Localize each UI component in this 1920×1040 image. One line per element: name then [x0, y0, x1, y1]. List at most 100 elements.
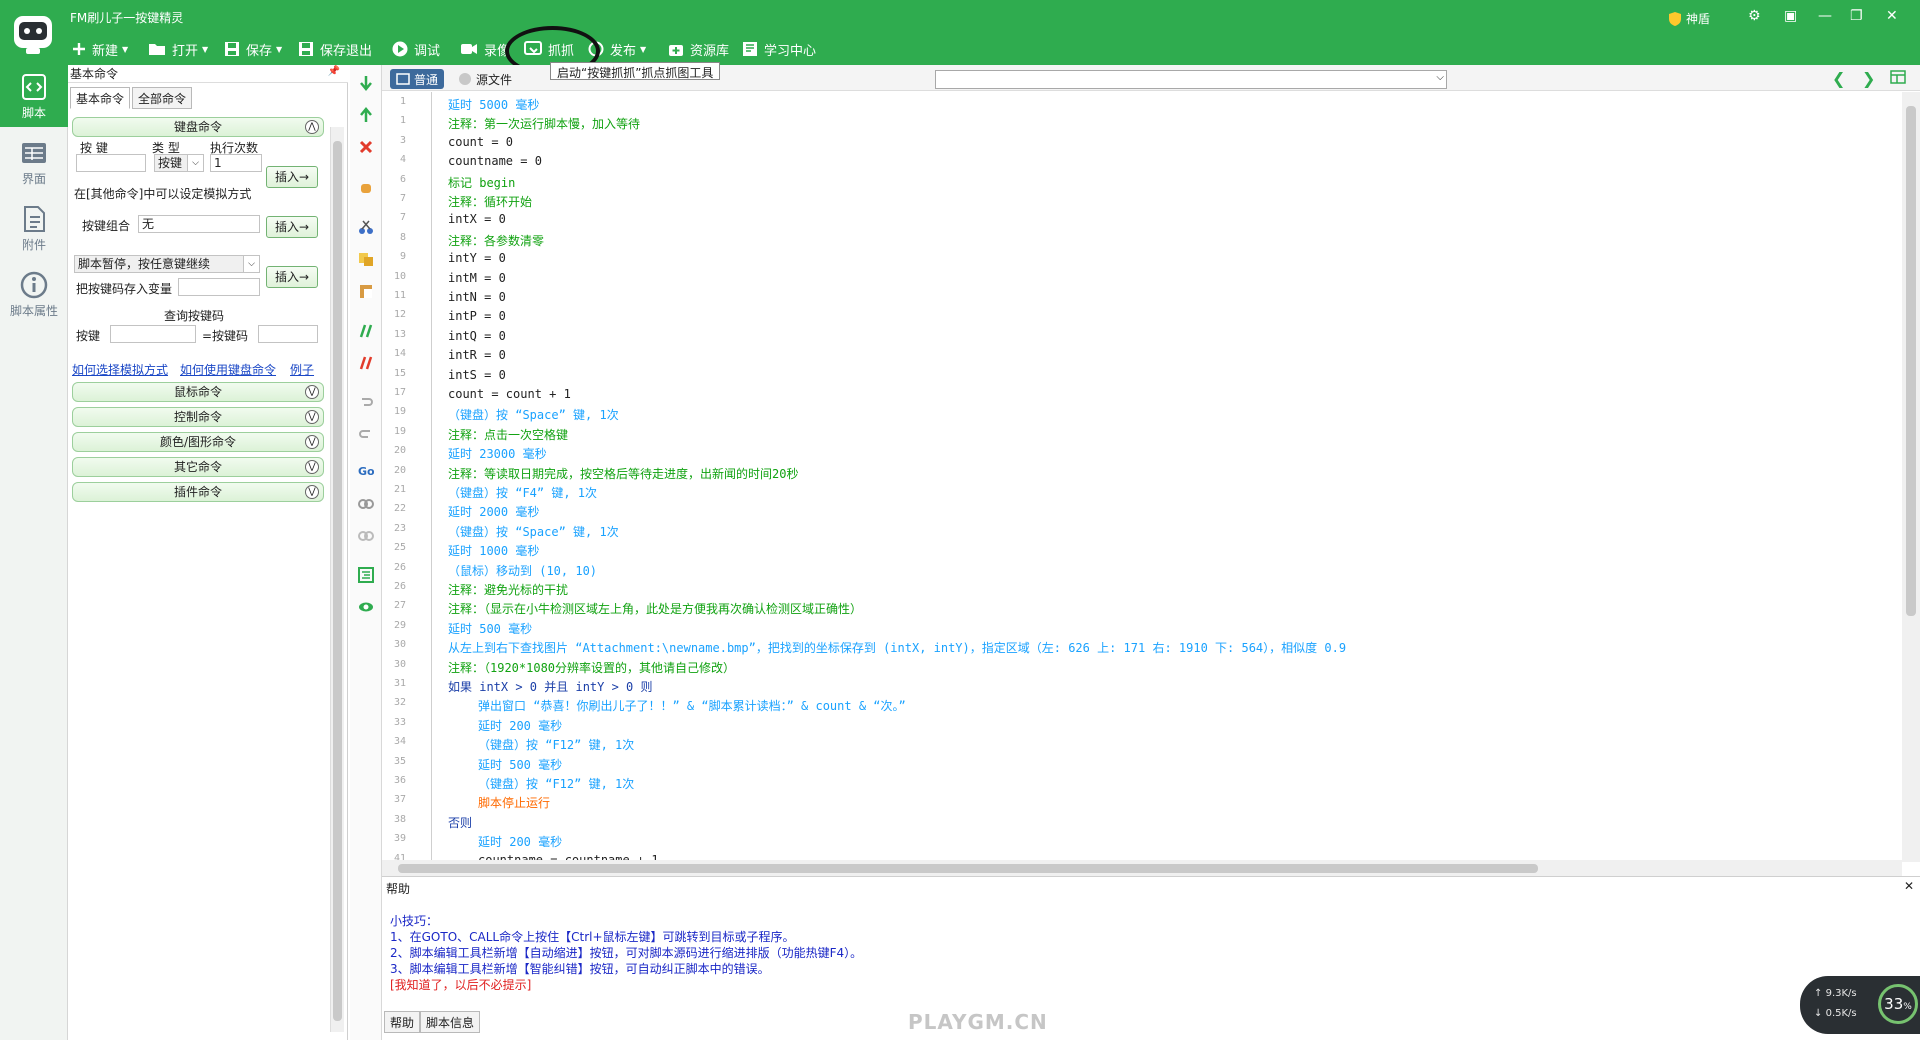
- code-line[interactable]: （键盘）按 “F4” 键, 1次: [448, 484, 597, 501]
- dismiss-tip-link[interactable]: [我知道了，以后不必提示]: [390, 977, 862, 993]
- uncomment-icon[interactable]: [358, 355, 374, 371]
- code-line[interactable]: 从左上到右下查找图片 “Attachment:\newname.bmp”，把找到…: [448, 639, 1346, 656]
- chevron-down-icon[interactable]: ▼: [640, 45, 646, 54]
- code-line[interactable]: 延时 2000 毫秒: [448, 503, 539, 520]
- code-line[interactable]: countname = 0: [448, 154, 542, 168]
- close-icon[interactable]: ✕: [1886, 8, 1898, 24]
- link-simulation-mode[interactable]: 如何选择模拟方式: [72, 361, 168, 378]
- code-vertical-scrollbar[interactable]: [1902, 92, 1920, 862]
- minimize-icon[interactable]: —: [1818, 8, 1832, 24]
- code-line[interactable]: （鼠标）移动到 (10, 10): [448, 562, 597, 579]
- save-exit-button[interactable]: 保存退出: [298, 40, 372, 59]
- open-button[interactable]: 打开 ▼: [148, 40, 208, 59]
- restore-icon[interactable]: ❐: [1850, 8, 1863, 24]
- nav-item-script-properties[interactable]: 脚本属性: [0, 263, 68, 325]
- code-horizontal-scrollbar[interactable]: [382, 860, 1902, 876]
- capture-button[interactable]: 抓抓: [524, 40, 574, 59]
- comment-icon[interactable]: [358, 323, 374, 339]
- scroll-thumb[interactable]: [333, 141, 342, 1021]
- code-line[interactable]: 延时 5000 毫秒: [448, 96, 539, 113]
- arrow-down-icon[interactable]: [358, 75, 374, 91]
- code-line[interactable]: 注释：等读取日期完成，按空格后等待走进度，出新闻的时间20秒: [448, 465, 798, 482]
- code-line[interactable]: intP = 0: [448, 309, 506, 323]
- cut-icon[interactable]: [358, 219, 374, 235]
- nav-back-icon[interactable]: ❮: [1832, 69, 1845, 88]
- code-line[interactable]: 延时 200 毫秒: [478, 833, 562, 850]
- key-input[interactable]: [76, 154, 146, 172]
- link-example[interactable]: 例子: [290, 361, 314, 378]
- copy-icon[interactable]: [358, 251, 374, 267]
- link-keyboard-usage[interactable]: 如何使用键盘命令: [180, 361, 276, 378]
- code-line[interactable]: （键盘）按 “F12” 键, 1次: [478, 775, 634, 792]
- close-help-icon[interactable]: ✕: [1904, 879, 1914, 893]
- chevron-down-icon[interactable]: ⋁: [305, 460, 319, 474]
- code-line[interactable]: intM = 0: [448, 271, 506, 285]
- code-line[interactable]: 标记 begin: [448, 174, 515, 191]
- store-variable-input[interactable]: [178, 278, 260, 296]
- nav-item-attachment[interactable]: 附件: [0, 197, 68, 259]
- code-line[interactable]: 延时 500 毫秒: [448, 620, 532, 637]
- chevron-down-icon[interactable]: ⋁: [305, 485, 319, 499]
- chevron-down-icon[interactable]: ⋁: [305, 385, 319, 399]
- layout-icon[interactable]: [1890, 70, 1910, 86]
- tab-script-info[interactable]: 脚本信息: [420, 1011, 481, 1033]
- other-command-group[interactable]: 其它命令 ⋁: [72, 457, 324, 477]
- label-dropdown[interactable]: ⌵: [935, 70, 1447, 89]
- keyboard-command-header[interactable]: 键盘命令 ⋀: [72, 117, 324, 137]
- code-line[interactable]: count = count + 1: [448, 387, 571, 401]
- color-graphic-command-group[interactable]: 颜色/图形命令 ⋁: [72, 432, 324, 452]
- tab-basic-commands[interactable]: 基本命令: [70, 87, 131, 109]
- code-line[interactable]: intX = 0: [448, 212, 506, 226]
- delete-icon[interactable]: [358, 139, 374, 155]
- tab-normal-view[interactable]: 普通: [390, 69, 445, 89]
- paste-icon[interactable]: [358, 283, 374, 299]
- code-line[interactable]: count = 0: [448, 135, 513, 149]
- nav-item-interface[interactable]: 界面: [0, 131, 68, 193]
- code-line[interactable]: 延时 23000 毫秒: [448, 445, 547, 462]
- skin-icon[interactable]: ▣: [1784, 8, 1797, 24]
- pause-select[interactable]: 脚本暂停，按任意键继续 ⌵: [74, 255, 260, 273]
- code-line[interactable]: intY = 0: [448, 251, 506, 265]
- undo-icon[interactable]: [358, 393, 374, 409]
- mouse-command-group[interactable]: 鼠标命令 ⋁: [72, 382, 324, 402]
- smart-fix-icon[interactable]: [358, 599, 374, 615]
- plugin-command-group[interactable]: 插件命令 ⋁: [72, 482, 324, 502]
- hand-icon[interactable]: [358, 179, 374, 195]
- query-key-input[interactable]: [110, 325, 196, 343]
- shield-status[interactable]: 神盾: [1668, 10, 1710, 27]
- goto-icon[interactable]: Go: [358, 463, 374, 479]
- find-icon[interactable]: [358, 495, 374, 511]
- key-type-select[interactable]: 按键 ⌵: [154, 154, 204, 172]
- query-code-input[interactable]: [258, 325, 318, 343]
- chevron-down-icon[interactable]: ⋁: [305, 435, 319, 449]
- code-line[interactable]: intQ = 0: [448, 329, 506, 343]
- chevron-down-icon[interactable]: ⌵: [1436, 72, 1444, 83]
- code-line[interactable]: 脚本停止运行: [478, 794, 550, 811]
- scroll-thumb[interactable]: [1906, 106, 1916, 616]
- code-line[interactable]: （键盘）按 “Space” 键, 1次: [448, 406, 619, 423]
- code-line[interactable]: 延时 500 毫秒: [478, 756, 562, 773]
- insert-pause-button[interactable]: 插入→: [266, 266, 318, 288]
- code-line[interactable]: 注释：第一次运行脚本慢，加入等待: [448, 115, 640, 132]
- code-line[interactable]: 注释：点击一次空格键: [448, 426, 568, 443]
- chevron-down-icon[interactable]: ▼: [122, 45, 128, 54]
- auto-indent-icon[interactable]: [358, 567, 374, 583]
- tab-all-commands[interactable]: 全部命令: [132, 87, 193, 109]
- chevron-down-icon[interactable]: ⋁: [305, 410, 319, 424]
- code-line[interactable]: （键盘）按 “F12” 键, 1次: [478, 736, 634, 753]
- tab-source-file[interactable]: 源文件: [452, 69, 518, 89]
- redo-icon[interactable]: [358, 425, 374, 441]
- code-line[interactable]: 注释：循环开始: [448, 193, 532, 210]
- code-line[interactable]: 如果 intX > 0 并且 intY > 0 则: [448, 678, 653, 695]
- debug-button[interactable]: 调试: [392, 40, 440, 59]
- chevron-down-icon[interactable]: ⌵: [243, 256, 259, 272]
- scroll-thumb[interactable]: [398, 864, 1538, 873]
- code-line[interactable]: 否则: [448, 814, 472, 831]
- control-command-group[interactable]: 控制命令 ⋁: [72, 407, 324, 427]
- resource-library-button[interactable]: 资源库: [668, 40, 729, 59]
- nav-item-script[interactable]: 脚本: [0, 65, 68, 127]
- code-line[interactable]: intR = 0: [448, 348, 506, 362]
- replace-icon[interactable]: [358, 527, 374, 543]
- tab-help[interactable]: 帮助: [384, 1011, 421, 1033]
- save-button[interactable]: 保存 ▼: [224, 40, 282, 59]
